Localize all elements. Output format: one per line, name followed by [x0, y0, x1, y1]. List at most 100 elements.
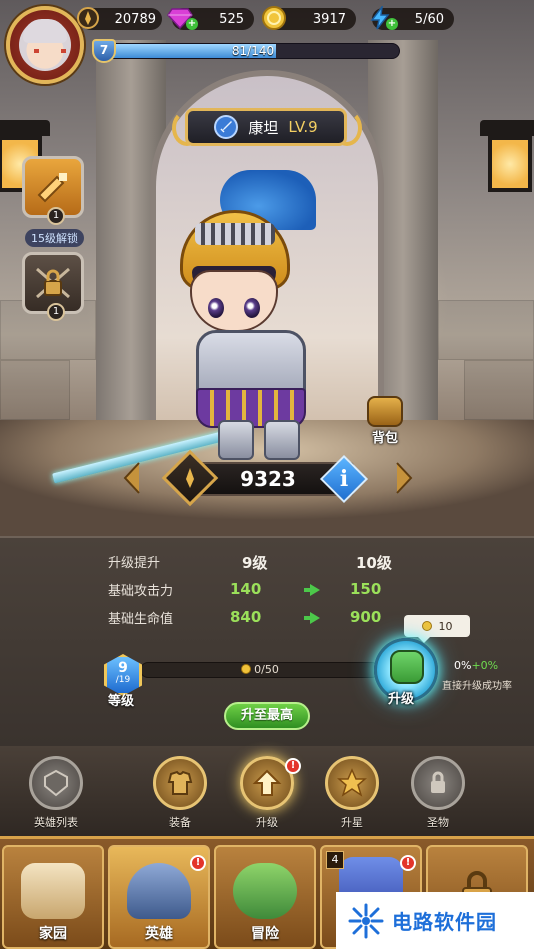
upgrade-progress-text: 0/50	[140, 662, 380, 678]
upgrade-label[interactable]: 升级	[388, 688, 414, 707]
gem-counter[interactable]: + 525	[167, 8, 254, 30]
power-value: 20789	[114, 11, 156, 27]
chevron-right-icon	[396, 462, 413, 494]
hero-character[interactable]	[160, 170, 350, 460]
xp-text: 81/140	[231, 44, 275, 58]
tab-label: 升级	[256, 816, 278, 829]
nav-label: 英雄	[145, 926, 173, 942]
energy-value: 5/60	[414, 11, 444, 27]
stat-row-attack: 基础攻击力 140 150	[0, 580, 534, 604]
add-gems-button[interactable]: +	[186, 18, 198, 30]
nav-label: 家园	[39, 926, 67, 942]
tab-equipment[interactable]: 装备	[140, 756, 220, 836]
castle-icon	[21, 863, 85, 919]
upgrade-cost-tip: 10	[404, 615, 470, 643]
avatar-portrait	[19, 19, 71, 71]
player-xp: 81/140 7	[92, 39, 400, 63]
upgrade-max-button[interactable]: 升至最高	[224, 702, 310, 730]
upgrade-header-label: 升级提升	[108, 556, 161, 571]
upgrade-progress-value: 0/50	[254, 663, 279, 676]
player-level-badge: 7	[92, 39, 116, 63]
wall-stone	[464, 360, 534, 420]
backpack-icon	[367, 396, 403, 427]
power-counter: 20789	[77, 7, 162, 30]
hero-subtabs: 英雄列表 装备 升级 ! 升星 圣物	[0, 746, 534, 836]
nav-adventure[interactable]: 冒险	[214, 845, 316, 949]
watermark-logo-icon	[348, 903, 384, 938]
sword-class-icon	[214, 115, 239, 139]
tab-label: 英雄列表	[34, 816, 78, 829]
hero-leg	[264, 420, 300, 460]
hero-nameplate: 康坦 LV.9	[185, 108, 347, 146]
rate-base: 0%	[454, 659, 472, 672]
backpack-label: 背包	[371, 431, 398, 446]
unlock-tip: 15级解锁	[25, 229, 84, 247]
stat-current: 140	[230, 580, 262, 598]
stat-current: 840	[230, 608, 262, 626]
nav-home[interactable]: 家园	[2, 845, 104, 949]
wall-stone	[438, 300, 534, 360]
stat-next: 150	[350, 580, 382, 598]
stat-label: 基础生命值	[108, 612, 174, 627]
power-icon	[180, 466, 200, 490]
level-num: 9	[118, 660, 128, 676]
alert-badge-icon: !	[190, 855, 206, 871]
site-watermark: 电路软件园	[336, 892, 534, 949]
info-icon[interactable]: i	[327, 462, 361, 496]
tab-upgrade[interactable]: 升级 !	[227, 756, 307, 836]
skill-slot-2-locked[interactable]: 1	[22, 252, 84, 321]
coin-icon	[241, 664, 252, 674]
wall-lamp	[480, 120, 534, 210]
watermark-text: 电路软件园	[392, 910, 497, 934]
tab-relic[interactable]: 圣物	[398, 756, 478, 836]
tab-label: 圣物	[427, 816, 449, 829]
stat-label: 基础攻击力	[108, 584, 174, 599]
upgrade-header-row: 升级提升 9级 10级	[0, 552, 534, 576]
tab-label: 装备	[169, 816, 191, 829]
skill-slot-1[interactable]: 1	[22, 156, 84, 225]
next-hero-button[interactable]	[392, 460, 416, 496]
tab-hero-list[interactable]: 英雄列表	[16, 756, 96, 836]
alert-badge-icon: !	[400, 855, 416, 871]
slot-badge: 1	[47, 207, 65, 225]
add-energy-button[interactable]: +	[386, 18, 398, 30]
weapon-skill-icon	[37, 173, 67, 203]
alert-badge-icon: !	[285, 758, 301, 774]
current-level: 9级	[242, 554, 268, 572]
hero-leg	[218, 420, 254, 460]
stat-next: 900	[350, 608, 382, 626]
arrow-right-icon	[304, 612, 320, 624]
coin-icon	[421, 621, 432, 631]
combat-power-value: 9323	[240, 467, 296, 491]
crest-icon	[29, 756, 83, 810]
power-icon	[74, 4, 102, 32]
hero-name: 康坦	[248, 118, 279, 137]
hero-level: LV.9	[288, 118, 318, 136]
rate-caption: 直接升级成功率	[442, 681, 512, 692]
level-caption: 等级	[108, 694, 135, 709]
tab-label: 升星	[341, 816, 363, 829]
prev-hero-button[interactable]	[120, 460, 144, 496]
hero-eye	[244, 298, 260, 318]
armor-icon	[153, 756, 207, 810]
energy-counter[interactable]: + 5/60	[370, 6, 454, 30]
gold-counter[interactable]: 3917	[262, 6, 356, 30]
tab-star-up[interactable]: 升星	[312, 756, 392, 836]
upgrade-helmet-icon[interactable]	[390, 650, 424, 684]
rate-bonus: +0%	[471, 659, 499, 672]
wall-stone	[0, 360, 70, 420]
next-level: 10级	[356, 554, 392, 572]
nav-label: 冒险	[251, 926, 279, 942]
chevron-left-icon	[123, 462, 140, 494]
success-rate: 0%+0%	[454, 659, 498, 672]
event-count: 4	[326, 851, 344, 869]
knight-helmet-icon	[127, 863, 191, 919]
slot-badge: 1	[47, 303, 65, 321]
player-avatar[interactable]	[6, 6, 84, 84]
gem-value: 525	[219, 11, 244, 27]
gold-coin-icon	[260, 4, 288, 32]
backpack-button[interactable]: 背包	[362, 396, 408, 446]
nav-heroes[interactable]: 英雄 !	[108, 845, 210, 949]
star-icon	[325, 756, 379, 810]
sword-island-icon	[233, 863, 297, 919]
